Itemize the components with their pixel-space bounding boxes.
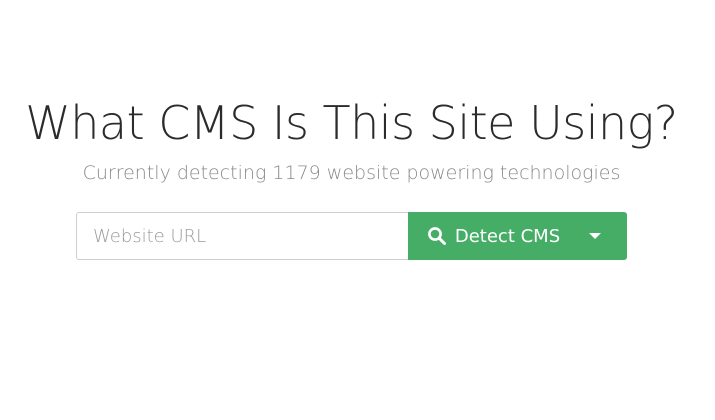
detect-cms-label: Detect CMS bbox=[454, 225, 561, 247]
detect-form: Detect CMS bbox=[76, 212, 627, 260]
page: What CMS Is This Site Using? Currently d… bbox=[0, 0, 715, 420]
search-icon bbox=[427, 226, 447, 246]
detect-options-dropdown[interactable] bbox=[573, 212, 627, 260]
website-url-input[interactable] bbox=[76, 212, 408, 260]
caret-down-icon bbox=[589, 233, 601, 239]
page-title: What CMS Is This Site Using? bbox=[25, 96, 678, 150]
page-subtitle: Currently detecting 1179 website powerin… bbox=[82, 162, 621, 184]
detect-cms-button[interactable]: Detect CMS bbox=[408, 212, 573, 260]
